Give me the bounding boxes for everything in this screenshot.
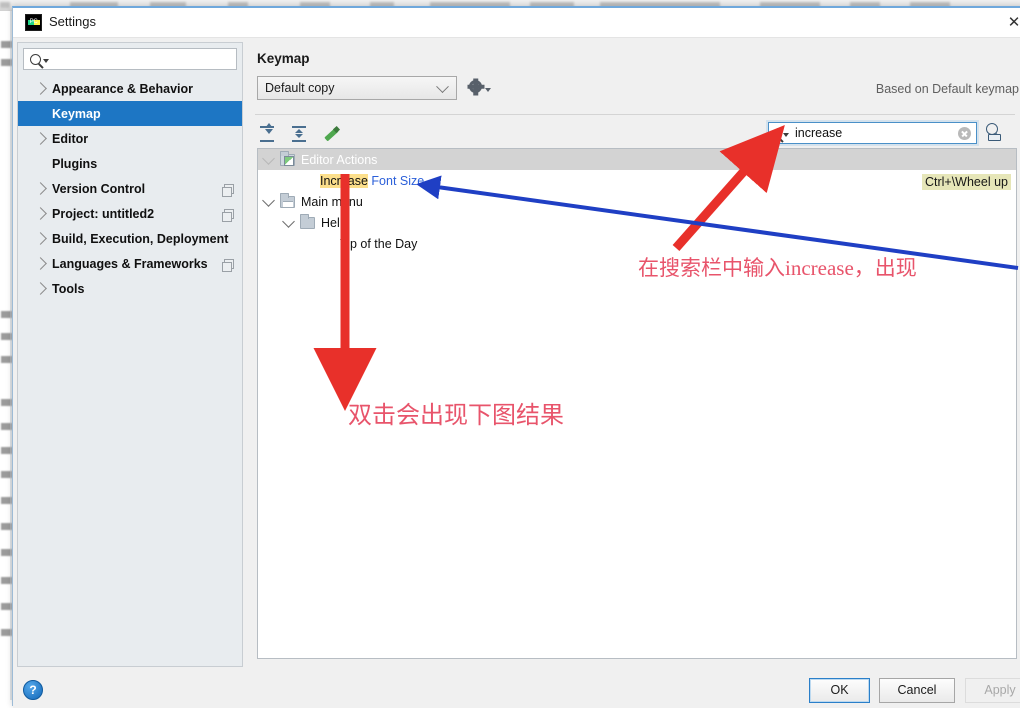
close-icon[interactable]: ✕ [1001, 12, 1020, 34]
sidebar-item-label: Build, Execution, Deployment [52, 231, 229, 246]
chevron-down-icon [436, 80, 449, 94]
sidebar-nav-list: Appearance & Behavior Keymap Editor Plugins… [18, 76, 242, 301]
dialog-footer: ? OK Cancel Apply [13, 670, 1020, 708]
sidebar-item-label: Keymap [52, 106, 101, 121]
sidebar-item-editor[interactable]: Editor [18, 126, 242, 151]
based-on-label: Based on Default keymap [875, 82, 1019, 96]
chevron-down-icon [485, 87, 491, 92]
menu-folder-icon [280, 192, 295, 208]
chevron-right-icon[interactable] [34, 232, 47, 245]
tree-row[interactable]: Main menu [258, 191, 1016, 212]
chevron-down-icon[interactable] [282, 214, 295, 228]
sidebar-item-tools[interactable]: Tools [18, 276, 242, 301]
chevron-right-icon[interactable] [34, 182, 47, 195]
tree-row-label: Editor Actions [301, 152, 378, 167]
collapse-all-icon[interactable] [289, 124, 309, 144]
keymap-select[interactable]: Default copy [257, 76, 457, 100]
keymap-select-value: Default copy [265, 81, 335, 95]
settings-dialog: Settings ✕ Appearance & Behavior Keymap Ed… [12, 6, 1020, 708]
chevron-down-icon[interactable] [43, 59, 49, 63]
actions-folder-icon [280, 150, 295, 166]
sidebar-item-label: Editor [52, 131, 89, 146]
sidebar-item-build-execution-deployment[interactable]: Build, Execution, Deployment [18, 226, 242, 251]
tree-row[interactable]: Help [258, 212, 1016, 233]
keymap-toolbar [257, 123, 341, 144]
keymap-panel: Keymap Default copy Based on Default key… [247, 42, 1020, 667]
tree-row-label: Help [321, 215, 347, 230]
sidebar-search[interactable] [23, 48, 237, 70]
find-by-shortcut-icon[interactable] [985, 123, 1005, 143]
edit-shortcut-icon[interactable] [321, 124, 341, 144]
dialog-content: Appearance & Behavior Keymap Editor Plugins… [13, 39, 1020, 670]
folder-icon [300, 213, 315, 229]
tree-row[interactable]: Editor Actions [258, 149, 1016, 170]
sidebar-item-keymap[interactable]: Keymap [18, 101, 242, 126]
tree-row-label: Tip of the Day [340, 236, 418, 251]
search-match-highlight: Increase [320, 173, 368, 188]
tree-row-label: Increase Font Size [320, 173, 425, 188]
sidebar-item-languages-frameworks[interactable]: Languages & Frameworks [18, 251, 242, 276]
page-title: Keymap [257, 51, 310, 66]
sidebar-item-version-control[interactable]: Version Control [18, 176, 242, 201]
keymap-tree-rows: Editor Actions Increase Font Size Main men… [258, 149, 1016, 254]
chevron-down-icon[interactable] [262, 193, 275, 207]
sidebar-item-appearance-behavior[interactable]: Appearance & Behavior [18, 76, 242, 101]
search-icon [775, 127, 781, 139]
chevron-right-icon[interactable] [34, 82, 47, 95]
sidebar-item-label: Tools [52, 281, 85, 296]
sidebar-item-label: Appearance & Behavior [52, 81, 194, 96]
help-icon[interactable]: ? [23, 680, 43, 700]
sidebar-item-project-untitled2[interactable]: Project: untitled2 [18, 201, 242, 226]
clear-circle-icon[interactable] [958, 126, 971, 140]
search-input[interactable] [53, 50, 236, 68]
annotation-search-note: 在搜索栏中输入increase，出现 [638, 256, 917, 280]
chevron-down-icon[interactable] [262, 151, 275, 165]
sidebar-item-plugins[interactable]: Plugins [18, 151, 242, 176]
sidebar-item-label: Version Control [52, 181, 146, 196]
chevron-right-icon[interactable] [34, 207, 47, 220]
sidebar-item-label: Project: untitled2 [52, 206, 155, 221]
pycharm-logo-icon [25, 14, 42, 31]
annotation-doubleclick-note: 双击会出现下图结果 [348, 403, 564, 429]
cancel-button[interactable]: Cancel [879, 678, 955, 703]
keymap-settings-button[interactable] [469, 80, 491, 93]
copy-settings-icon[interactable] [222, 208, 234, 222]
find-input[interactable] [793, 124, 958, 142]
apply-button: Apply [965, 678, 1020, 703]
tree-row[interactable]: Increase Font Size [258, 170, 1016, 191]
tree-row-label: Main menu [301, 194, 363, 209]
tree-row-label-rest: Font Size [367, 173, 425, 188]
settings-sidebar: Appearance & Behavior Keymap Editor Plugins… [17, 42, 243, 667]
chevron-right-icon[interactable] [34, 257, 47, 270]
ok-button[interactable]: OK [809, 678, 870, 703]
search-icon [30, 53, 41, 65]
chevron-down-icon[interactable] [783, 133, 789, 137]
status-badge: Ctrl+\Wheel up [921, 174, 1011, 190]
divider [255, 114, 1015, 115]
tree-row[interactable]: Tip of the Day [258, 233, 1016, 254]
sidebar-item-label: Plugins [52, 156, 98, 171]
chevron-right-icon[interactable] [34, 132, 47, 145]
chevron-right-icon[interactable] [34, 282, 47, 295]
expand-all-icon[interactable] [257, 123, 277, 144]
copy-settings-icon[interactable] [222, 258, 234, 272]
keymap-find-field[interactable] [768, 122, 977, 144]
dialog-title: Settings [49, 14, 96, 29]
gear-icon [469, 80, 482, 93]
dialog-titlebar: Settings ✕ [13, 8, 1020, 38]
sidebar-item-label: Languages & Frameworks [52, 256, 208, 271]
copy-settings-icon[interactable] [222, 183, 234, 197]
